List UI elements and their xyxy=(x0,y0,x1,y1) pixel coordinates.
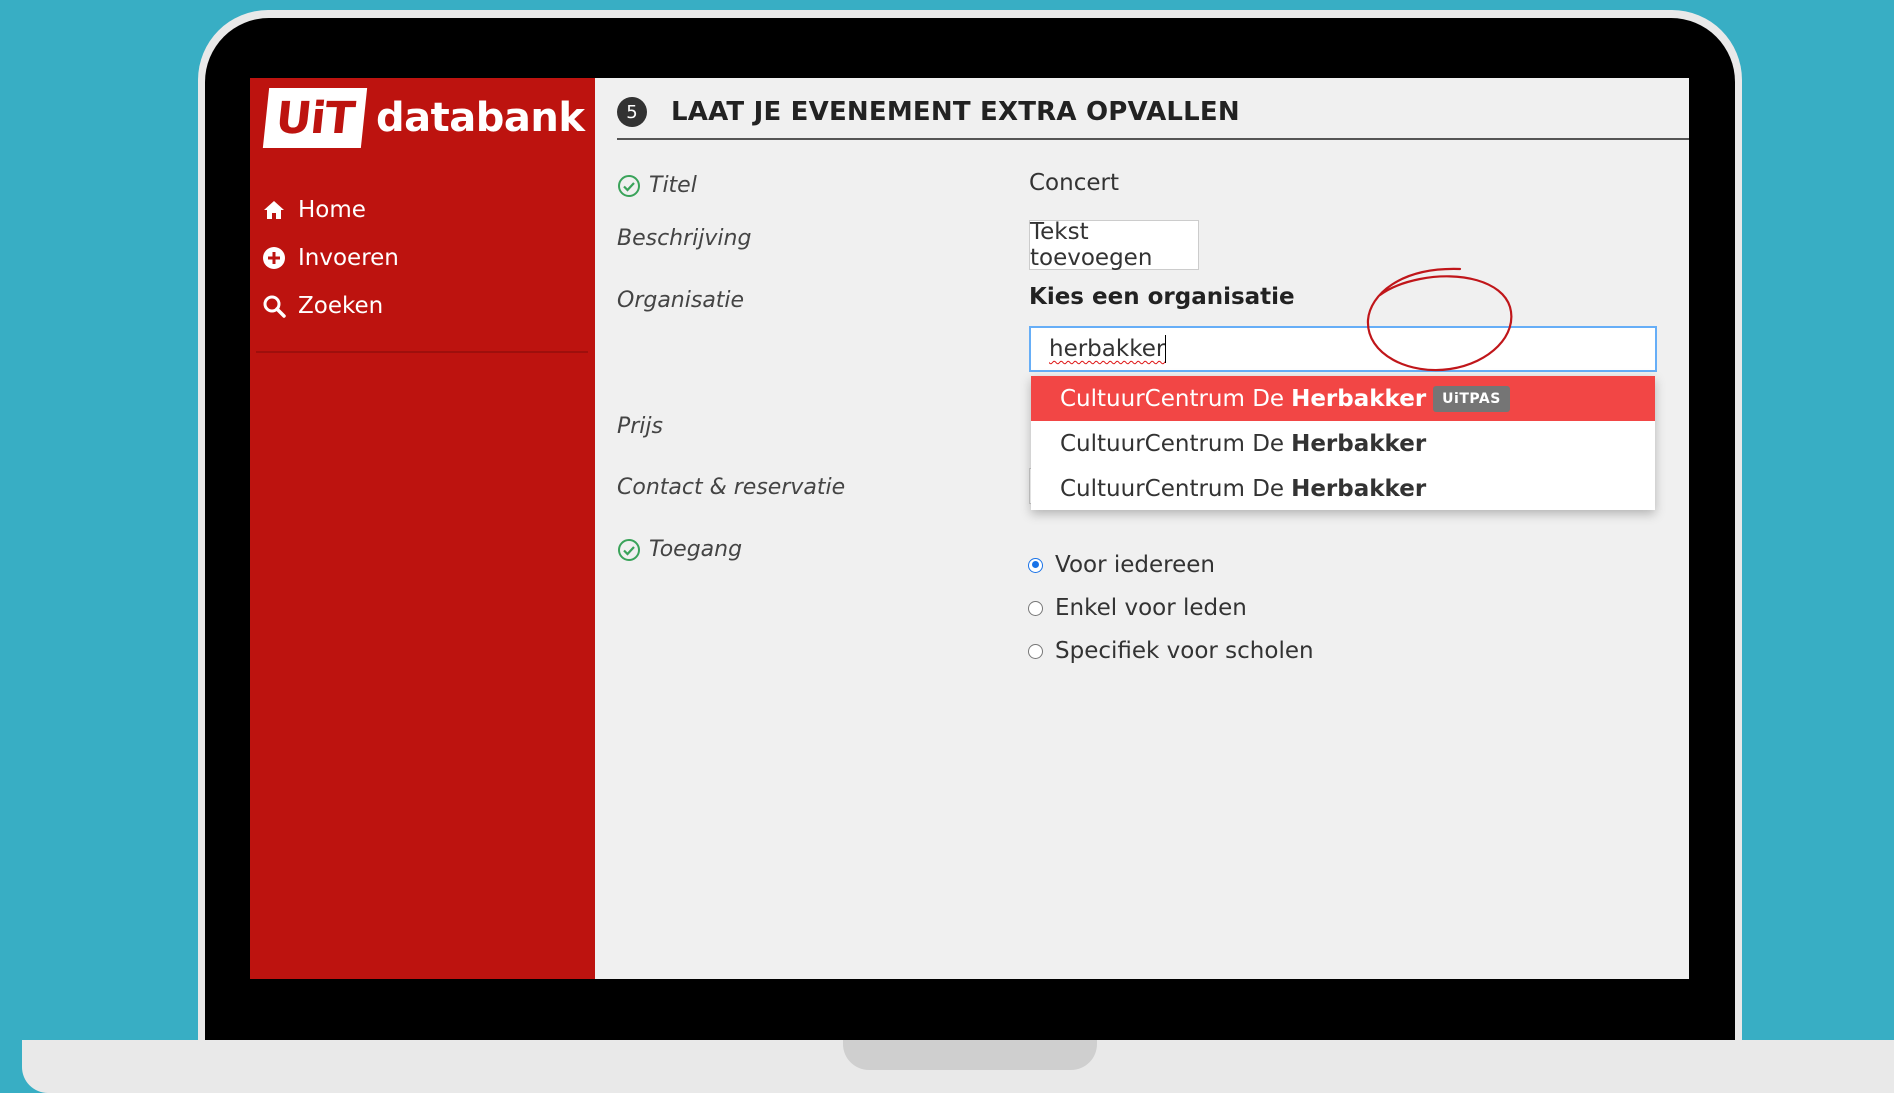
sidebar-item-label: Home xyxy=(298,197,366,223)
label-text: Beschrijving xyxy=(617,226,752,251)
sidebar-item-invoeren[interactable]: Invoeren xyxy=(262,234,399,282)
laptop-notch xyxy=(843,1040,1097,1070)
suggestion-item[interactable]: CultuurCentrum De Herbakker UiTPAS xyxy=(1031,376,1655,421)
suggestion-item[interactable]: CultuurCentrum De Herbakker xyxy=(1031,421,1655,466)
suggestion-prefix: CultuurCentrum De xyxy=(1060,475,1285,502)
organisation-search-input[interactable]: herbakker xyxy=(1029,326,1657,372)
label-text: Titel xyxy=(649,173,697,198)
screen: UiT databank Home Invoeren Zoeken 5 LAAT… xyxy=(250,78,1689,979)
suggestion-item[interactable]: CultuurCentrum De Herbakker xyxy=(1031,466,1655,511)
suggestion-match: Herbakker xyxy=(1291,385,1427,412)
sidebar-nav: Home Invoeren Zoeken xyxy=(262,186,399,330)
add-text-button[interactable]: Tekst toevoegen xyxy=(1029,219,1199,271)
label-organisatie: Organisatie xyxy=(617,288,744,313)
radio-button[interactable] xyxy=(1028,643,1043,659)
label-titel: Titel xyxy=(617,173,697,198)
label-prijs: Prijs xyxy=(617,414,663,439)
sidebar-divider xyxy=(256,351,588,353)
suggestion-prefix: CultuurCentrum De xyxy=(1060,385,1285,412)
radio-label: Voor iedereen xyxy=(1055,552,1215,578)
suggestion-match: Herbakker xyxy=(1291,430,1427,457)
check-circle-icon xyxy=(618,174,640,197)
logo-text: databank xyxy=(376,95,585,141)
main-content: 5 LAAT JE EVENEMENT EXTRA OPVALLEN Titel… xyxy=(595,78,1689,979)
annotation-circle xyxy=(1366,267,1513,372)
radio-specifiek-voor-scholen[interactable]: Specifiek voor scholen xyxy=(1028,638,1314,664)
radio-button[interactable] xyxy=(1028,557,1043,573)
sidebar-item-home[interactable]: Home xyxy=(262,186,399,234)
label-text: Organisatie xyxy=(617,288,745,313)
radio-label: Specifiek voor scholen xyxy=(1055,638,1314,664)
label-text: Prijs xyxy=(617,414,663,439)
home-icon xyxy=(264,201,284,219)
step-title: LAAT JE EVENEMENT EXTRA OPVALLEN xyxy=(671,97,1240,127)
logo-mark: UiT xyxy=(262,88,368,148)
logo[interactable]: UiT databank xyxy=(262,88,585,148)
radio-voor-iedereen[interactable]: Voor iedereen xyxy=(1028,552,1215,578)
search-text: herbakker xyxy=(1049,336,1166,362)
sidebar: UiT databank Home Invoeren Zoeken xyxy=(250,78,595,979)
suggestion-prefix: CultuurCentrum De xyxy=(1060,430,1285,457)
radio-label: Enkel voor leden xyxy=(1055,595,1247,621)
step-header: 5 LAAT JE EVENEMENT EXTRA OPVALLEN xyxy=(617,86,1689,140)
org-prompt: Kies een organisatie xyxy=(1029,284,1295,310)
step-number: 5 xyxy=(617,97,647,127)
sidebar-item-label: Invoeren xyxy=(298,245,399,271)
radio-enkel-voor-leden[interactable]: Enkel voor leden xyxy=(1028,595,1247,621)
label-toegang: Toegang xyxy=(617,537,742,562)
organisation-suggestions: CultuurCentrum De Herbakker UiTPAS Cultu… xyxy=(1031,376,1655,510)
suggestion-match: Herbakker xyxy=(1291,475,1427,502)
label-beschrijving: Beschrijving xyxy=(617,226,751,251)
sidebar-item-zoeken[interactable]: Zoeken xyxy=(262,282,399,330)
search-icon xyxy=(263,295,286,318)
label-text: Contact & reservatie xyxy=(617,475,846,500)
text-caret xyxy=(1165,335,1167,363)
uitpas-badge: UiTPAS xyxy=(1433,385,1510,412)
titel-value: Concert xyxy=(1029,170,1119,196)
sidebar-item-label: Zoeken xyxy=(298,293,384,319)
label-contact: Contact & reservatie xyxy=(617,475,845,500)
radio-button[interactable] xyxy=(1028,600,1043,616)
label-text: Toegang xyxy=(649,537,743,562)
check-circle-icon xyxy=(618,538,640,561)
plus-circle-icon xyxy=(263,247,285,269)
